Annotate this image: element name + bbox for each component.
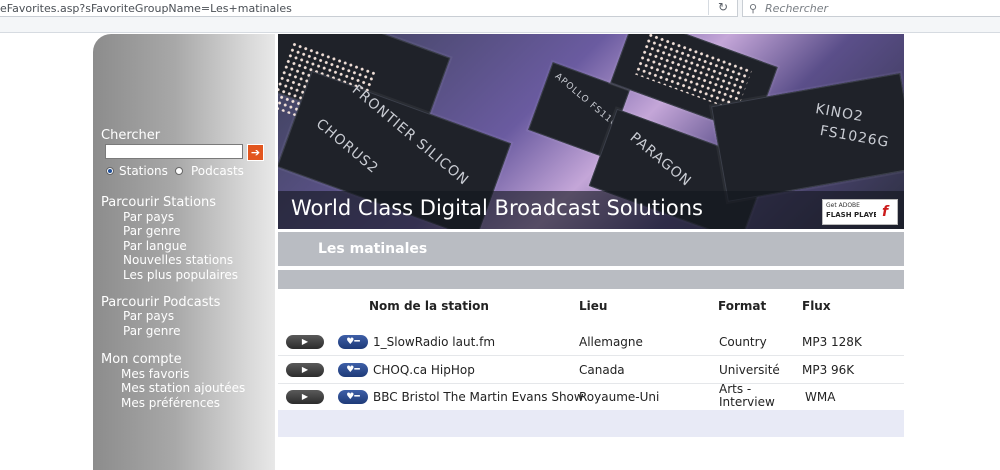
sidebar: Chercher ➔ Stations Podcasts Parcourir S… bbox=[93, 34, 275, 470]
play-button[interactable]: ▶ bbox=[286, 335, 324, 349]
station-format: Country bbox=[719, 335, 767, 349]
station-search-input[interactable] bbox=[105, 144, 243, 159]
station-location: Allemagne bbox=[579, 335, 643, 349]
link-podcasts-par-pays[interactable]: Par pays bbox=[123, 309, 174, 323]
banner-title: World Class Digital Broadcast Solutions bbox=[291, 196, 703, 220]
browser-search-input[interactable]: ⚲ Rechercher bbox=[742, 0, 1000, 17]
link-nouvelles-stations[interactable]: Nouvelles stations bbox=[123, 253, 233, 267]
station-format-line1: Arts - bbox=[719, 382, 752, 396]
browse-podcasts-title: Parcourir Podcasts bbox=[101, 295, 221, 310]
station-stream: MP3 96K bbox=[802, 363, 855, 377]
chip-label: PARAGON bbox=[626, 129, 695, 191]
radio-stations[interactable] bbox=[106, 167, 114, 175]
divider-bar bbox=[278, 270, 904, 289]
chip-label: CHORUS2 bbox=[312, 115, 382, 178]
col-header-format: Format bbox=[718, 299, 767, 313]
station-format-line2: Interview bbox=[719, 395, 775, 409]
link-mes-favoris[interactable]: Mes favoris bbox=[121, 367, 189, 381]
link-mes-preferences[interactable]: Mes préférences bbox=[121, 396, 220, 410]
col-header-lieu: Lieu bbox=[579, 299, 608, 313]
station-name-link[interactable]: CHOQ.ca HipHop bbox=[373, 363, 475, 377]
link-stations-par-langue[interactable]: Par langue bbox=[123, 239, 187, 253]
chip-label: FS1026G bbox=[818, 122, 891, 151]
table-row: ▶ ♥━ 1_SlowRadio laut.fm Allemagne Count… bbox=[278, 328, 904, 356]
chip-label: KINO2 bbox=[814, 101, 865, 126]
section-header: Les matinales bbox=[278, 232, 904, 266]
address-bar[interactable]: eFavorites.asp?sFavoriteGroupName=Les+ma… bbox=[0, 0, 738, 17]
search-title: Chercher bbox=[101, 128, 161, 143]
col-header-station: Nom de la station bbox=[369, 299, 489, 313]
radio-podcasts-label: Podcasts bbox=[191, 164, 244, 178]
search-go-button[interactable]: ➔ bbox=[247, 144, 264, 161]
banner-image: FRONTIER SILICON CHORUS2 APOLLO FS1106 P… bbox=[278, 34, 904, 229]
station-format: Arts - Interview bbox=[719, 383, 775, 409]
remove-favorite-button[interactable]: ♥━ bbox=[338, 363, 368, 377]
page-title: Les matinales bbox=[318, 241, 428, 257]
station-location: Royaume-Uni bbox=[579, 390, 660, 404]
table-row: ▶ ♥━ CHOQ.ca HipHop Canada Université MP… bbox=[278, 356, 904, 384]
reload-icon[interactable]: ↻ bbox=[708, 0, 737, 15]
search-icon: ⚲ bbox=[749, 2, 758, 15]
radio-stations-label: Stations bbox=[119, 164, 168, 178]
remove-favorite-button[interactable]: ♥━ bbox=[338, 390, 368, 404]
station-location: Canada bbox=[579, 363, 625, 377]
station-stream: MP3 128K bbox=[802, 335, 862, 349]
flash-logo-icon: f bbox=[876, 203, 894, 221]
table-footer bbox=[278, 410, 904, 437]
station-format: Université bbox=[719, 363, 780, 377]
account-title: Mon compte bbox=[101, 352, 182, 367]
link-stations-par-genre[interactable]: Par genre bbox=[123, 224, 180, 238]
link-stations-par-pays[interactable]: Par pays bbox=[123, 210, 174, 224]
browser-toolbar: eFavorites.asp?sFavoriteGroupName=Les+ma… bbox=[0, 0, 1000, 33]
table-row: ▶ ♥━ BBC Bristol The Martin Evans Show R… bbox=[278, 383, 904, 410]
col-header-flux: Flux bbox=[802, 299, 831, 313]
search-placeholder: Rechercher bbox=[765, 2, 829, 15]
radio-podcasts[interactable] bbox=[175, 167, 183, 175]
link-podcasts-par-genre[interactable]: Par genre bbox=[123, 324, 180, 338]
link-mes-stations-ajoutees[interactable]: Mes station ajoutées bbox=[121, 381, 245, 395]
get-flash-player-badge[interactable]: Get ADOBE FLASH PLAYER f bbox=[822, 199, 898, 225]
flash-player-label: FLASH PLAYER bbox=[826, 211, 884, 219]
remove-favorite-button[interactable]: ♥━ bbox=[338, 335, 368, 349]
station-stream: WMA bbox=[805, 390, 836, 404]
play-button[interactable]: ▶ bbox=[286, 390, 324, 404]
station-name-link[interactable]: 1_SlowRadio laut.fm bbox=[373, 335, 495, 349]
station-name-link[interactable]: BBC Bristol The Martin Evans Show bbox=[373, 390, 584, 404]
browse-stations-title: Parcourir Stations bbox=[101, 195, 217, 210]
link-plus-populaires[interactable]: Les plus populaires bbox=[123, 268, 238, 282]
play-button[interactable]: ▶ bbox=[286, 363, 324, 377]
flash-get-label: Get ADOBE bbox=[826, 202, 860, 209]
